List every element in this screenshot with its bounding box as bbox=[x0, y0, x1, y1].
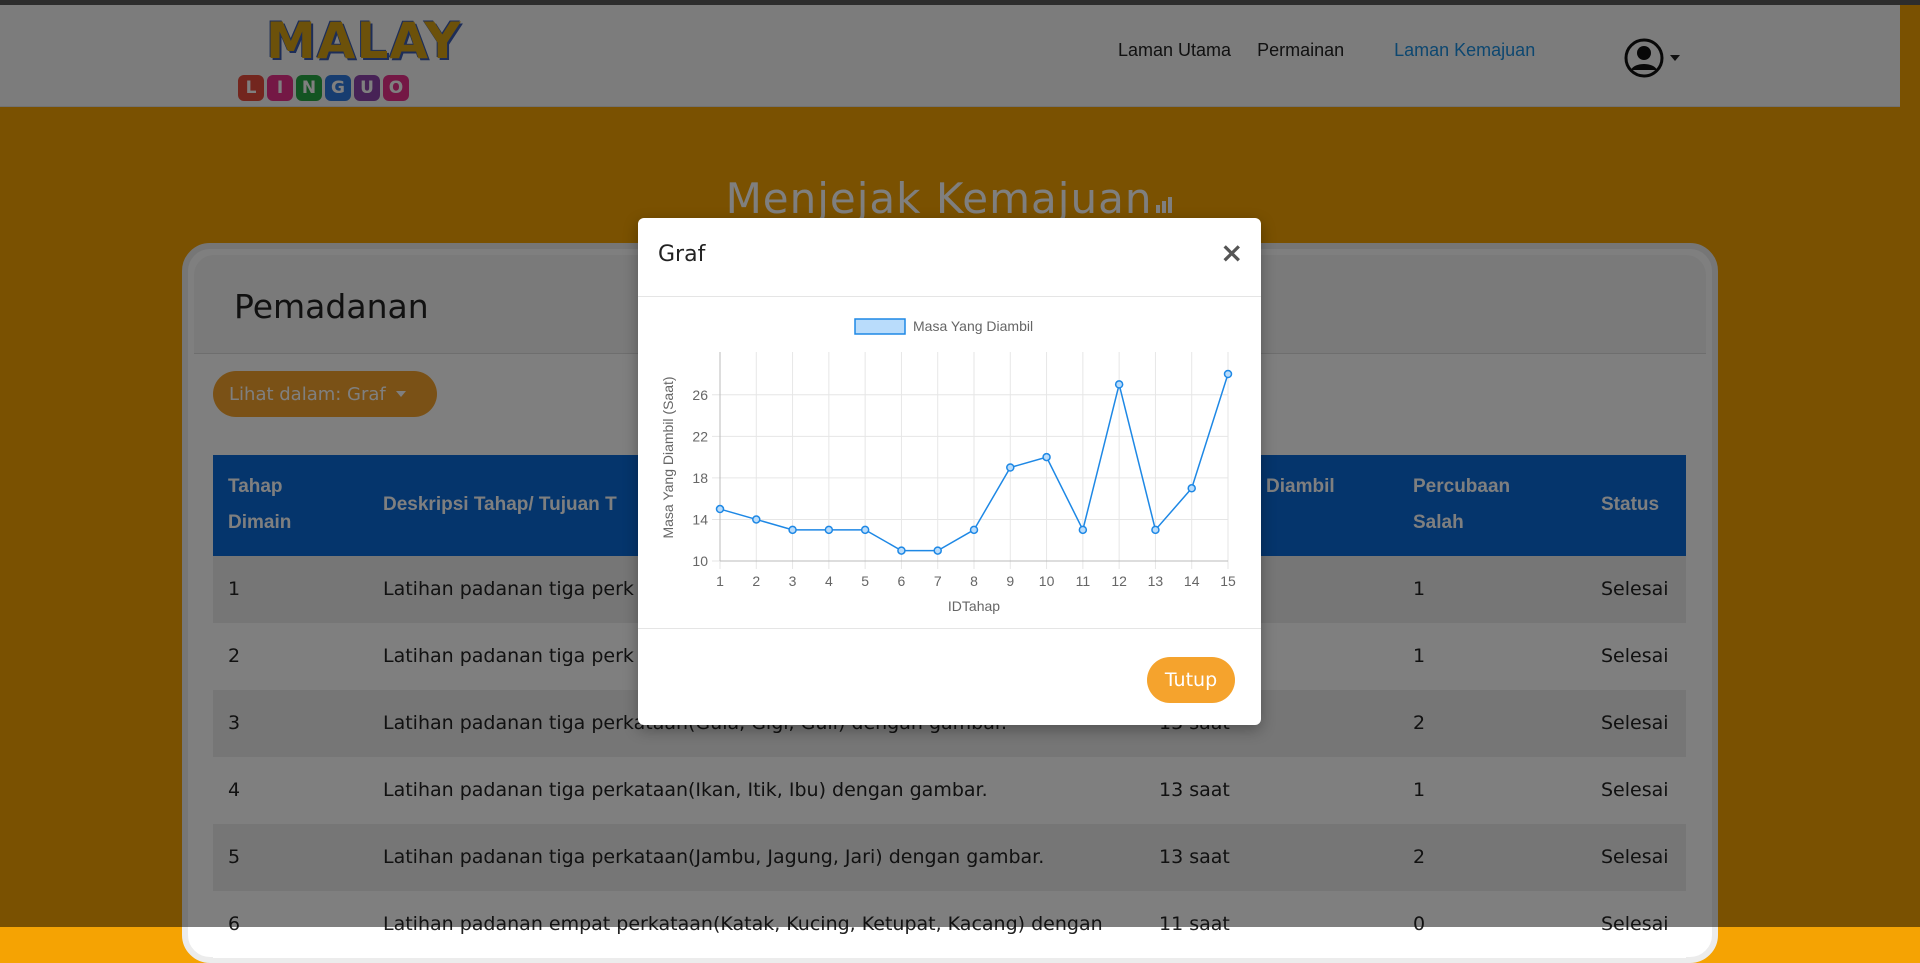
close-icon[interactable]: × bbox=[1220, 236, 1243, 270]
data-point bbox=[824, 525, 834, 535]
progress-line-chart: Masa Yang Diambil10141822261 2 3 4 5 6 7 8 9 10 11… bbox=[660, 318, 1236, 614]
data-point bbox=[1078, 525, 1088, 535]
data-point bbox=[969, 525, 979, 535]
data-point bbox=[1006, 463, 1015, 472]
data-point bbox=[752, 515, 761, 524]
x-tick-label: 10 bbox=[1039, 573, 1055, 589]
x-tick-label: 3 bbox=[789, 573, 797, 589]
data-point bbox=[1187, 484, 1196, 493]
y-tick-label: 10 bbox=[692, 553, 708, 569]
data-point bbox=[933, 546, 942, 555]
data-point bbox=[1042, 452, 1051, 462]
x-tick-label: 4 bbox=[825, 573, 833, 589]
x-tick-label: 1 bbox=[716, 573, 724, 589]
y-axis-title: Masa Yang Diambil (Saat) bbox=[660, 376, 676, 538]
x-tick-label: 13 bbox=[1148, 573, 1164, 589]
legend-swatch bbox=[854, 318, 906, 335]
y-tick-label: 22 bbox=[692, 428, 708, 444]
x-tick-label: 12 bbox=[1111, 573, 1127, 589]
modal-header: Graf × bbox=[638, 218, 1261, 297]
x-tick-label: 14 bbox=[1184, 573, 1200, 589]
x-axis-title: IDTahap bbox=[948, 598, 1000, 614]
y-tick-label: 18 bbox=[692, 470, 708, 486]
modal-title: Graf bbox=[658, 242, 706, 267]
data-point bbox=[1114, 380, 1124, 389]
x-tick-label: 2 bbox=[752, 573, 760, 589]
data-point bbox=[897, 546, 906, 555]
close-button[interactable]: Tutup bbox=[1147, 657, 1235, 703]
x-tick-label: 5 bbox=[861, 573, 869, 589]
y-tick-label: 26 bbox=[692, 387, 708, 403]
x-tick-label: 15 bbox=[1220, 573, 1236, 589]
modal-footer: Tutup bbox=[638, 628, 1261, 726]
x-tick-label: 7 bbox=[934, 573, 942, 589]
data-point bbox=[1151, 525, 1160, 535]
data-point bbox=[788, 525, 797, 535]
data-point bbox=[715, 504, 725, 514]
data-point bbox=[1223, 369, 1233, 379]
x-tick-label: 8 bbox=[970, 573, 978, 589]
y-tick-label: 14 bbox=[692, 511, 708, 527]
x-tick-label: 11 bbox=[1076, 573, 1091, 589]
graph-modal: Graf × Masa Yang Diambil 10 14 18 22 26 1 2 3 4 5 6… bbox=[638, 218, 1261, 725]
legend-label: Masa Yang Diambil bbox=[913, 318, 1033, 334]
data-point bbox=[860, 525, 870, 535]
x-tick-label: 6 bbox=[898, 573, 906, 589]
x-tick-label: 9 bbox=[1006, 573, 1014, 589]
